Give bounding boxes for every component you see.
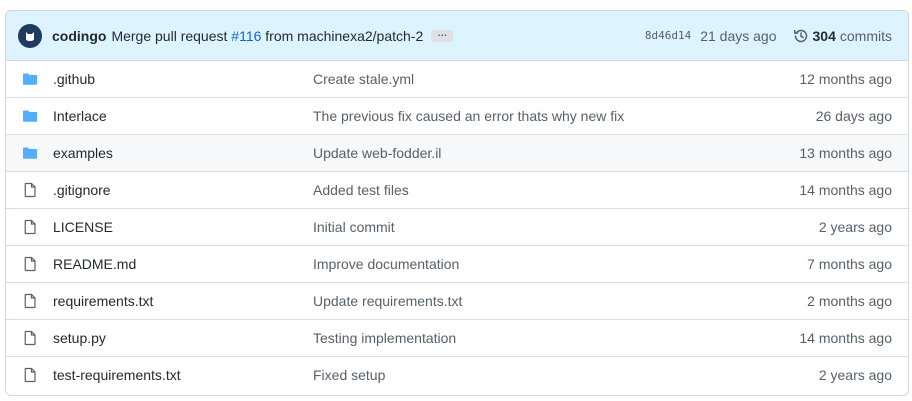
- file-name[interactable]: LICENSE: [53, 219, 113, 235]
- file-name[interactable]: README.md: [53, 256, 136, 272]
- file-name[interactable]: examples: [53, 145, 113, 161]
- commit-message-prefix[interactable]: Merge pull request: [111, 28, 227, 44]
- file-commit-age: 2 years ago: [818, 219, 892, 235]
- commit-meta: 8d46d14 21 days ago 304 commits: [645, 11, 892, 60]
- file-commit-message[interactable]: Create stale.yml: [313, 71, 414, 87]
- commits-link[interactable]: 304 commits: [793, 28, 892, 44]
- commit-sha[interactable]: 8d46d14: [645, 29, 691, 42]
- file-name[interactable]: Interlace: [53, 108, 107, 124]
- file-commit-message[interactable]: Initial commit: [313, 219, 395, 235]
- file-icon: [22, 256, 38, 272]
- file-commit-age: 14 months ago: [799, 330, 892, 346]
- file-list: .github Create stale.yml 12 months ago I…: [6, 61, 908, 393]
- file-icon: [22, 330, 38, 346]
- file-commit-age: 7 months ago: [807, 256, 892, 272]
- file-row[interactable]: Interlace The previous fix caused an err…: [6, 97, 908, 134]
- file-commit-message[interactable]: Improve documentation: [313, 256, 459, 272]
- commit-time[interactable]: 21 days ago: [700, 28, 776, 44]
- file-name[interactable]: setup.py: [53, 330, 106, 346]
- commit-count: 304: [812, 27, 836, 44]
- folder-icon: [22, 145, 38, 161]
- avatar-icon: [26, 31, 34, 41]
- commit-author[interactable]: codingo: [52, 28, 106, 44]
- file-icon: [22, 293, 38, 309]
- file-icon: [22, 367, 38, 383]
- file-name[interactable]: requirements.txt: [53, 293, 153, 309]
- file-name[interactable]: test-requirements.txt: [53, 367, 181, 383]
- file-commit-age: 2 months ago: [807, 293, 892, 309]
- file-row[interactable]: .gitignore Added test files 14 months ag…: [6, 171, 908, 208]
- file-commit-message[interactable]: Fixed setup: [313, 367, 385, 383]
- file-row[interactable]: setup.py Testing implementation 14 month…: [6, 319, 908, 356]
- file-browser: codingo Merge pull request #116 from mac…: [5, 10, 909, 396]
- pr-link[interactable]: #116: [231, 28, 261, 44]
- file-commit-message[interactable]: Added test files: [313, 182, 409, 198]
- latest-commit-bar: codingo Merge pull request #116 from mac…: [6, 11, 908, 61]
- file-row[interactable]: .github Create stale.yml 12 months ago: [6, 61, 908, 97]
- history-icon: [793, 29, 807, 42]
- folder-icon: [22, 108, 38, 124]
- file-commit-age: 13 months ago: [799, 145, 892, 161]
- file-commit-message[interactable]: The previous fix caused an error thats w…: [313, 108, 624, 124]
- file-commit-message[interactable]: Update web-fodder.il: [313, 145, 441, 161]
- expand-message-button[interactable]: …: [431, 28, 454, 42]
- commits-label: commits: [839, 27, 892, 44]
- file-row[interactable]: examples Update web-fodder.il 13 months …: [6, 134, 908, 171]
- file-icon: [22, 182, 38, 198]
- file-row[interactable]: test-requirements.txt Fixed setup 2 year…: [6, 356, 908, 393]
- file-icon: [22, 219, 38, 235]
- commit-message-suffix[interactable]: from machinexa2/patch-2: [265, 28, 423, 44]
- file-row[interactable]: LICENSE Initial commit 2 years ago: [6, 208, 908, 245]
- file-name[interactable]: .github: [53, 71, 95, 87]
- file-row[interactable]: requirements.txt Update requirements.txt…: [6, 282, 908, 319]
- file-commit-message[interactable]: Update requirements.txt: [313, 293, 462, 309]
- file-row[interactable]: README.md Improve documentation 7 months…: [6, 245, 908, 282]
- file-commit-age: 12 months ago: [799, 71, 892, 87]
- file-name[interactable]: .gitignore: [53, 182, 111, 198]
- commit-message[interactable]: Merge pull request #116 from machinexa2/…: [111, 28, 423, 44]
- file-commit-message[interactable]: Testing implementation: [313, 330, 456, 346]
- file-commit-age: 26 days ago: [815, 108, 892, 124]
- folder-icon: [22, 71, 38, 87]
- file-commit-age: 2 years ago: [818, 367, 892, 383]
- file-commit-age: 14 months ago: [799, 182, 892, 198]
- avatar[interactable]: [18, 23, 42, 48]
